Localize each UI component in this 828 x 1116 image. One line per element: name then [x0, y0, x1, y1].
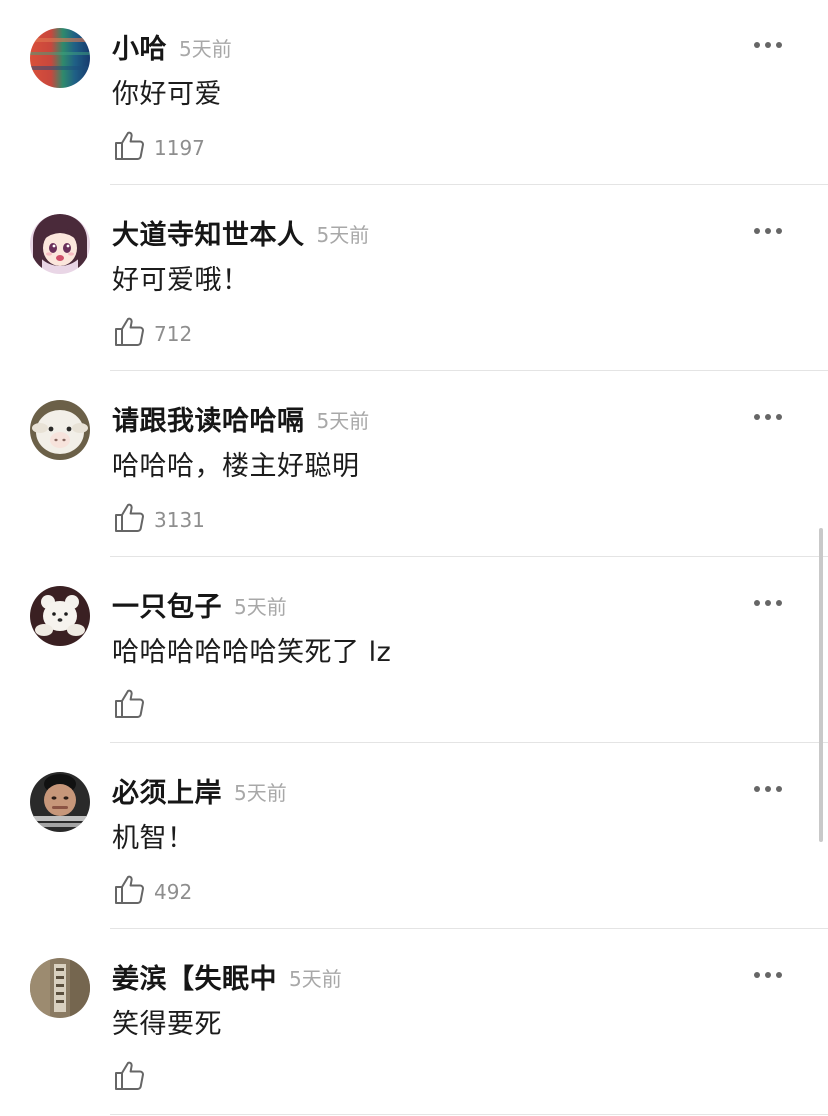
comment-text: 哈哈哈，楼主好聪明: [112, 451, 360, 482]
comment-list: 小哈 5天前 你好可爱 1197 大道寺知世本人 5天前 好可爱哦！ 712 请…: [0, 0, 828, 1116]
username[interactable]: 大道寺知世本人: [112, 213, 305, 252]
avatar[interactable]: [30, 28, 90, 88]
thumbs-up-icon: [115, 317, 144, 346]
thumbs-up-icon: [115, 1061, 144, 1090]
comment-item: 大道寺知世本人 5天前 好可爱哦！ 712: [0, 186, 828, 372]
comment-header: 姜滨【失眠中 5天前: [112, 956, 342, 996]
comment-item: 必须上岸 5天前 机智！ 492: [0, 744, 828, 930]
like-button[interactable]: 1197: [112, 128, 205, 164]
thumbs-up-icon: [115, 131, 144, 160]
username[interactable]: 姜滨【失眠中: [112, 957, 277, 996]
more-options-button[interactable]: [752, 782, 784, 796]
comment-time: 5天前: [289, 966, 342, 991]
comment-item: 一只包子 5天前 哈哈哈哈哈哈笑死了 lz: [0, 558, 828, 744]
comment-time: 5天前: [316, 222, 370, 247]
like-button[interactable]: 492: [112, 872, 192, 908]
colorful-gradient-avatar-icon: [30, 28, 90, 88]
avatar[interactable]: [30, 586, 90, 646]
username[interactable]: 小哈: [112, 27, 167, 66]
username[interactable]: 请跟我读哈哈嗝: [112, 399, 305, 438]
more-options-button[interactable]: [752, 596, 784, 610]
comment-time: 5天前: [234, 780, 287, 805]
comment-header: 小哈 5天前: [112, 26, 232, 66]
like-button[interactable]: 712: [112, 314, 192, 350]
comment-time: 5天前: [179, 36, 232, 61]
anime-girl-avatar-icon: [30, 214, 90, 274]
divider: [110, 1114, 828, 1115]
thumbs-up-icon: [115, 689, 144, 718]
thumbs-up-icon: [115, 503, 144, 532]
more-dots-icon: [754, 228, 782, 234]
like-count: 492: [154, 879, 193, 904]
more-dots-icon: [754, 42, 782, 48]
plush-bear-avatar-icon: [30, 586, 90, 646]
comment-text: 机智！: [112, 823, 195, 854]
meme-person-avatar-icon: [30, 772, 90, 832]
more-dots-icon: [754, 972, 782, 978]
more-options-button[interactable]: [752, 968, 784, 982]
comment-time: 5天前: [316, 408, 370, 433]
comment-header: 一只包子 5天前: [112, 584, 287, 624]
more-options-button[interactable]: [752, 410, 784, 424]
comment-item: 小哈 5天前 你好可爱 1197: [0, 0, 828, 186]
comment-header: 请跟我读哈哈嗝 5天前: [112, 398, 369, 438]
divider: [110, 556, 828, 557]
comment-text: 好可爱哦！: [112, 265, 250, 296]
more-options-button[interactable]: [752, 38, 784, 52]
scrollbar[interactable]: [819, 528, 823, 842]
like-button[interactable]: [112, 1058, 154, 1094]
comment-item: 姜滨【失眠中 5天前 笑得要死: [0, 930, 828, 1116]
photo-avatar-icon: [30, 958, 90, 1018]
username[interactable]: 一只包子: [112, 585, 222, 624]
divider: [110, 742, 828, 743]
comment-time: 5天前: [234, 594, 287, 619]
avatar[interactable]: [30, 400, 90, 460]
more-options-button[interactable]: [752, 224, 784, 238]
like-button[interactable]: [112, 686, 154, 722]
divider: [110, 928, 828, 929]
avatar[interactable]: [30, 958, 90, 1018]
like-button[interactable]: 3131: [112, 500, 205, 536]
like-count: 1197: [154, 135, 205, 160]
comment-item: 请跟我读哈哈嗝 5天前 哈哈哈，楼主好聪明 3131: [0, 372, 828, 558]
more-dots-icon: [754, 414, 782, 420]
like-count: 3131: [154, 507, 205, 532]
divider: [110, 184, 828, 185]
comment-header: 大道寺知世本人 5天前: [112, 212, 369, 252]
comment-text: 笑得要死: [112, 1009, 222, 1040]
like-count: 712: [154, 321, 193, 346]
username[interactable]: 必须上岸: [112, 771, 222, 810]
sheep-avatar-icon: [30, 400, 90, 460]
comment-text: 哈哈哈哈哈哈笑死了 lz: [112, 637, 392, 668]
avatar[interactable]: [30, 214, 90, 274]
thumbs-up-icon: [115, 875, 144, 904]
comment-text: 你好可爱: [112, 79, 222, 110]
divider: [110, 370, 828, 371]
more-dots-icon: [754, 786, 782, 792]
avatar[interactable]: [30, 772, 90, 832]
more-dots-icon: [754, 600, 782, 606]
comment-header: 必须上岸 5天前: [112, 770, 287, 810]
